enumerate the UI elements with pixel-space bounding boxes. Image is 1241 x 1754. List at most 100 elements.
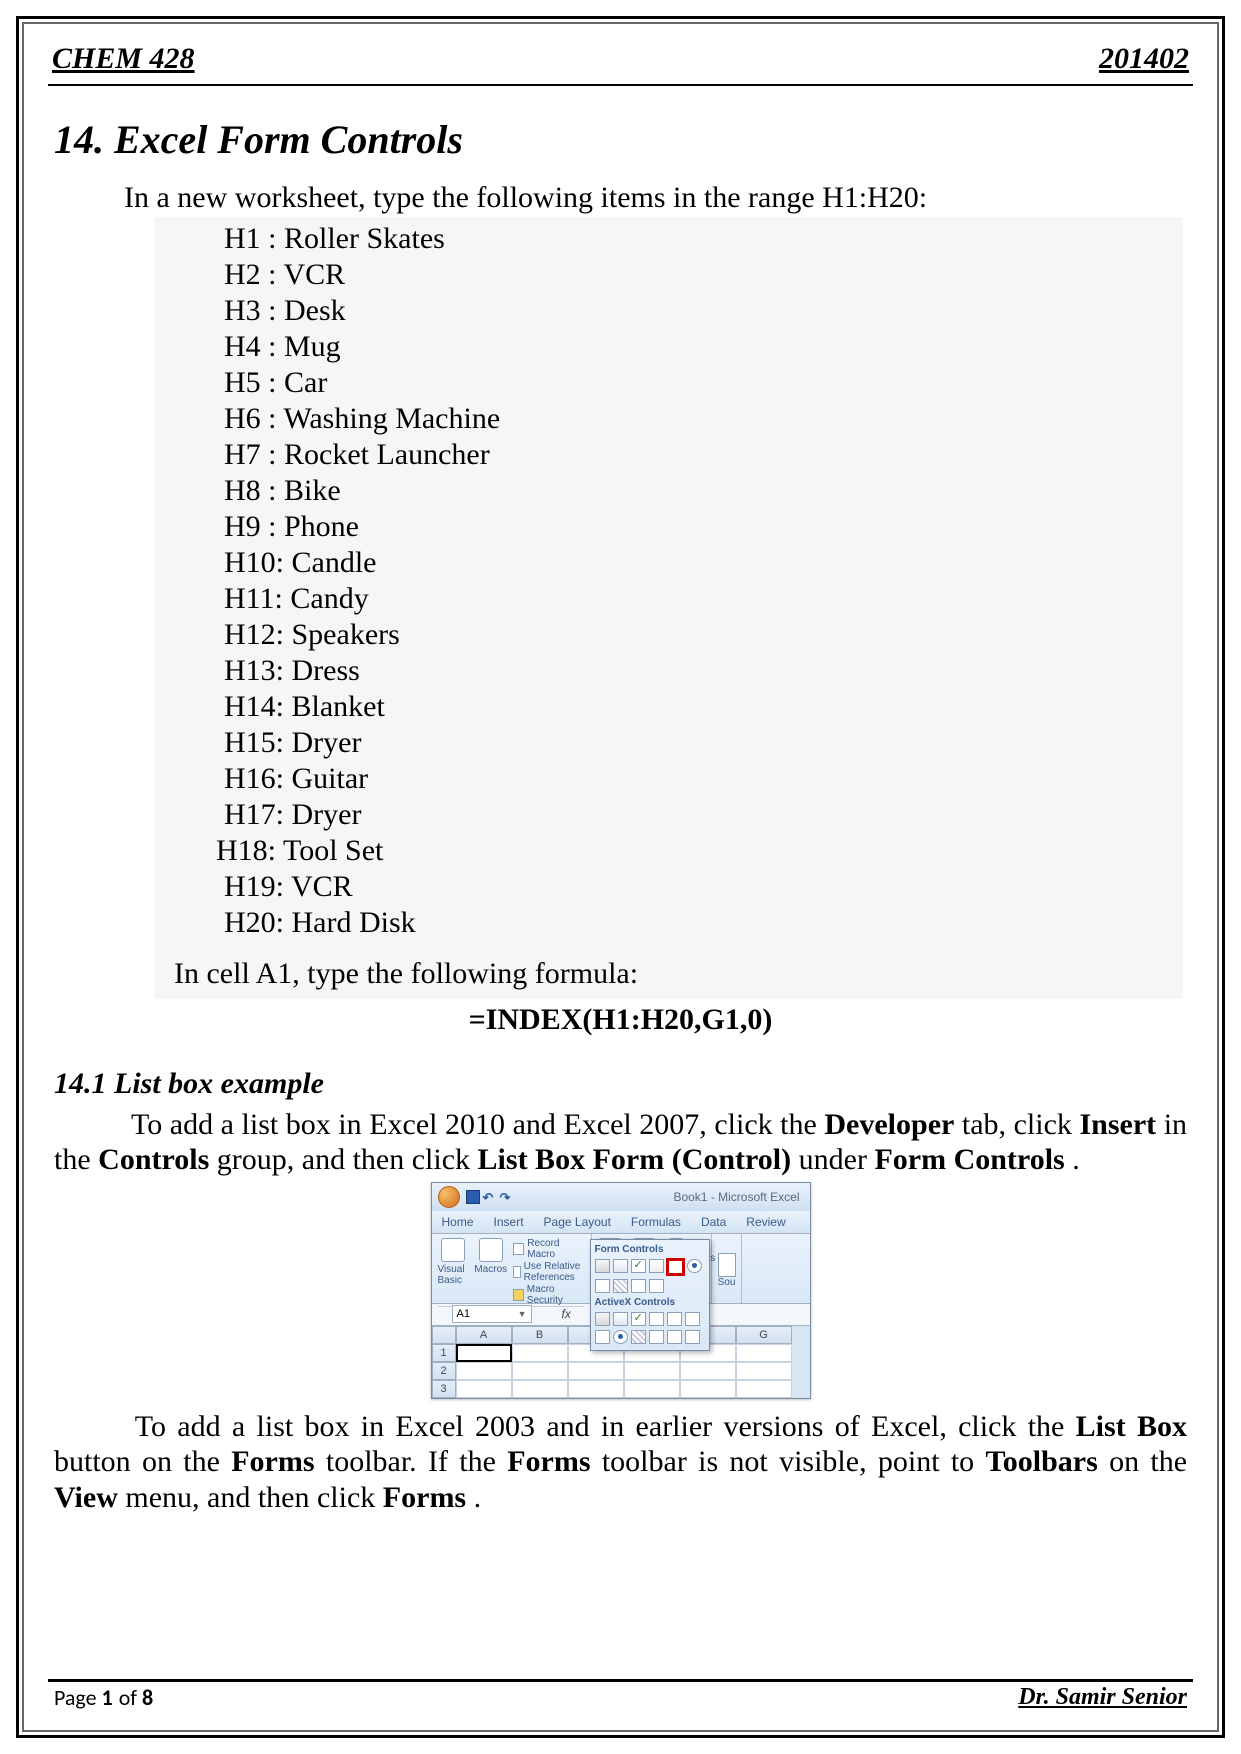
- tab-insert[interactable]: Insert: [484, 1211, 534, 1233]
- visual-basic-icon: [441, 1238, 465, 1262]
- window-title: Book1 - Microsoft Excel: [673, 1190, 803, 1204]
- ax-image-icon[interactable]: [649, 1330, 664, 1344]
- list-item: H8 : Bike: [224, 473, 1183, 509]
- ax-toggle-icon[interactable]: [667, 1330, 682, 1344]
- tab-review[interactable]: Review: [736, 1211, 795, 1233]
- excel-screenshot: ↶ ↷ Book1 - Microsoft Excel Home Insert …: [431, 1182, 811, 1399]
- cell[interactable]: [568, 1362, 624, 1380]
- tab-data[interactable]: Data: [691, 1211, 736, 1233]
- macros-icon: [479, 1238, 503, 1262]
- ax-checkbox-icon[interactable]: [631, 1312, 646, 1326]
- list-item: H9 : Phone: [224, 509, 1183, 545]
- form-controls-label: Form Controls: [595, 1242, 705, 1257]
- cell[interactable]: [680, 1380, 736, 1398]
- form-scrollbar-icon[interactable]: [631, 1279, 646, 1293]
- section-title: 14. Excel Form Controls: [54, 116, 1187, 163]
- header-course: CHEM 428: [52, 42, 195, 76]
- relative-refs-icon: [513, 1266, 521, 1278]
- list-item: H6 : Washing Machine: [224, 401, 1183, 437]
- cell[interactable]: [736, 1362, 792, 1380]
- form-option-icon[interactable]: [687, 1259, 702, 1273]
- macro-security-button[interactable]: Macro Security: [513, 1284, 584, 1306]
- items-list: H1 : Roller Skates H2 : VCR H3 : Desk H4…: [154, 217, 1183, 947]
- chevron-down-icon[interactable]: ▼: [518, 1309, 527, 1319]
- header-term: 201402: [1099, 42, 1189, 76]
- macros-button[interactable]: Macros: [474, 1238, 507, 1306]
- row-header[interactable]: 2: [432, 1362, 456, 1380]
- ax-more-icon[interactable]: [685, 1330, 700, 1344]
- undo-icon[interactable]: ↶: [483, 1190, 497, 1204]
- form-groupbox-icon[interactable]: [595, 1279, 610, 1293]
- list-item: H3 : Desk: [224, 293, 1183, 329]
- tab-formulas[interactable]: Formulas: [621, 1211, 691, 1233]
- cell[interactable]: [512, 1362, 568, 1380]
- record-macro-icon: [513, 1243, 524, 1255]
- followup-line: In cell A1, type the following formula:: [154, 947, 1183, 999]
- row-header[interactable]: 1: [432, 1344, 456, 1362]
- tab-page-layout[interactable]: Page Layout: [534, 1211, 621, 1233]
- list-item: H7 : Rocket Launcher: [224, 437, 1183, 473]
- list-item: H17: Dryer: [224, 797, 1183, 833]
- col-header[interactable]: A: [456, 1326, 512, 1344]
- office-button-icon[interactable]: [438, 1186, 460, 1208]
- record-macro-button[interactable]: Record Macro: [513, 1238, 584, 1260]
- cell[interactable]: [624, 1362, 680, 1380]
- list-item: H2 : VCR: [224, 257, 1183, 293]
- cell[interactable]: [512, 1380, 568, 1398]
- name-box[interactable]: A1 ▼: [452, 1305, 532, 1323]
- list-item: H20: Hard Disk: [224, 905, 1183, 941]
- cell[interactable]: [568, 1380, 624, 1398]
- cell[interactable]: [456, 1380, 512, 1398]
- list-item: H5 : Car: [224, 365, 1183, 401]
- redo-icon[interactable]: ↷: [500, 1190, 514, 1204]
- cell[interactable]: [736, 1380, 792, 1398]
- save-icon[interactable]: [466, 1190, 480, 1204]
- use-relative-refs-button[interactable]: Use Relative References: [513, 1261, 584, 1283]
- form-listbox-icon[interactable]: [667, 1259, 684, 1275]
- list-item: H10: Candle: [224, 545, 1183, 581]
- author-name: Dr. Samir Senior: [1018, 1684, 1187, 1712]
- form-checkbox-icon[interactable]: [631, 1259, 646, 1273]
- row-header[interactable]: 3: [432, 1380, 456, 1398]
- controls-dropdown-panel: Form Controls Ac: [590, 1239, 710, 1351]
- ax-scrollbar-icon[interactable]: [685, 1312, 700, 1326]
- form-spinner-icon[interactable]: [649, 1259, 664, 1273]
- ax-button-icon[interactable]: [595, 1312, 610, 1326]
- cell[interactable]: [456, 1362, 512, 1380]
- form-button-icon[interactable]: [595, 1259, 610, 1273]
- paragraph-listbox-2010: To add a list box in Excel 2010 and Exce…: [54, 1107, 1187, 1178]
- list-item: H4 : Mug: [224, 329, 1183, 365]
- xml-label: Sou: [718, 1277, 736, 1288]
- page-number: Page 1 of 8: [54, 1684, 153, 1712]
- cell[interactable]: [512, 1344, 568, 1362]
- list-item: H13: Dress: [224, 653, 1183, 689]
- list-item: H16: Guitar: [224, 761, 1183, 797]
- form-combo-icon[interactable]: [613, 1259, 628, 1273]
- cell[interactable]: [736, 1344, 792, 1362]
- corner-select-all[interactable]: [432, 1326, 456, 1344]
- macro-security-icon: [513, 1289, 524, 1301]
- cell[interactable]: [680, 1362, 736, 1380]
- list-item: H1 : Roller Skates: [224, 221, 1183, 257]
- ax-label-icon[interactable]: [631, 1330, 646, 1344]
- intro-line: In a new worksheet, type the following i…: [124, 181, 1187, 215]
- visual-basic-button[interactable]: Visual Basic: [438, 1238, 469, 1306]
- tab-home[interactable]: Home: [432, 1211, 484, 1233]
- cell-a1[interactable]: [456, 1344, 512, 1362]
- formula-text: =INDEX(H1:H20,G1,0): [54, 1003, 1187, 1037]
- fx-label[interactable]: fx: [562, 1307, 571, 1321]
- ax-textbox-icon[interactable]: [667, 1312, 682, 1326]
- list-item: H14: Blanket: [224, 689, 1183, 725]
- ax-option-icon[interactable]: [613, 1330, 628, 1344]
- list-item: H19: VCR: [224, 869, 1183, 905]
- ax-spin-icon[interactable]: [595, 1330, 610, 1344]
- cell[interactable]: [624, 1380, 680, 1398]
- activex-controls-label: ActiveX Controls: [595, 1295, 705, 1310]
- ax-combo-icon[interactable]: [613, 1312, 628, 1326]
- form-misc-icon[interactable]: [649, 1279, 664, 1293]
- ax-listbox-icon[interactable]: [649, 1312, 664, 1326]
- form-label-icon[interactable]: [613, 1279, 628, 1293]
- col-header[interactable]: G: [736, 1326, 792, 1344]
- xml-source-icon[interactable]: [718, 1253, 736, 1277]
- col-header[interactable]: B: [512, 1326, 568, 1344]
